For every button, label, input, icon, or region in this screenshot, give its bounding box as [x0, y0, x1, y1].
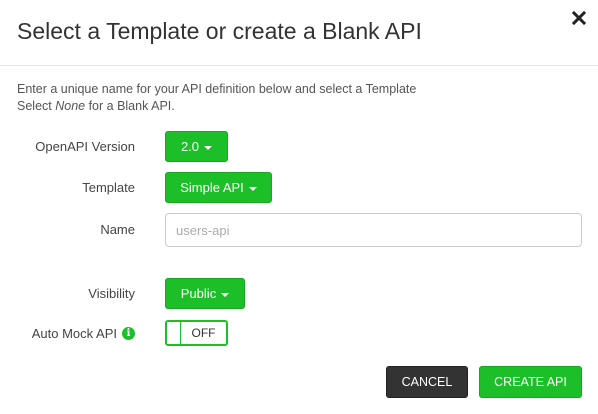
toggle-state: OFF — [191, 326, 216, 340]
visibility-dropdown[interactable]: Public — [165, 278, 245, 309]
dialog-header: Select a Template or create a Blank API — [0, 0, 598, 66]
caret-down-icon — [204, 145, 213, 150]
auto-mock-toggle[interactable]: OFF — [165, 320, 228, 346]
intro-line-2: Select None for a Blank API. — [17, 98, 416, 115]
template-label: Template — [82, 180, 135, 195]
api-name-input[interactable] — [165, 213, 582, 247]
intro-line-2-prefix: Select — [17, 99, 56, 113]
intro-text: Enter a unique name for your API definit… — [17, 81, 416, 115]
intro-line-1: Enter a unique name for your API definit… — [17, 82, 417, 96]
openapi-version-label: OpenAPI Version — [35, 139, 135, 154]
info-icon[interactable]: i — [122, 327, 135, 340]
name-label: Name — [100, 222, 135, 237]
caret-down-icon — [221, 292, 230, 297]
dialog-title: Select a Template or create a Blank API — [17, 18, 422, 44]
openapi-version-dropdown[interactable]: 2.0 — [165, 131, 228, 162]
intro-line-2-suffix: for a Blank API. — [85, 99, 175, 113]
intro-none-emphasis: None — [55, 99, 86, 113]
close-icon[interactable] — [568, 7, 590, 29]
auto-mock-label-group: Auto Mock API i — [32, 326, 135, 341]
openapi-version-value: 2.0 — [180, 139, 200, 154]
template-value: Simple API — [180, 180, 244, 195]
toggle-knob — [167, 322, 181, 344]
cancel-button[interactable]: CANCEL — [386, 366, 468, 398]
template-dropdown[interactable]: Simple API — [165, 172, 272, 203]
visibility-label: Visibility — [88, 286, 135, 301]
caret-down-icon — [248, 186, 257, 191]
create-api-dialog: Select a Template or create a Blank API … — [0, 0, 598, 414]
auto-mock-label: Auto Mock API — [31, 326, 117, 341]
visibility-value: Public — [180, 286, 217, 301]
create-api-button[interactable]: CREATE API — [479, 366, 582, 398]
